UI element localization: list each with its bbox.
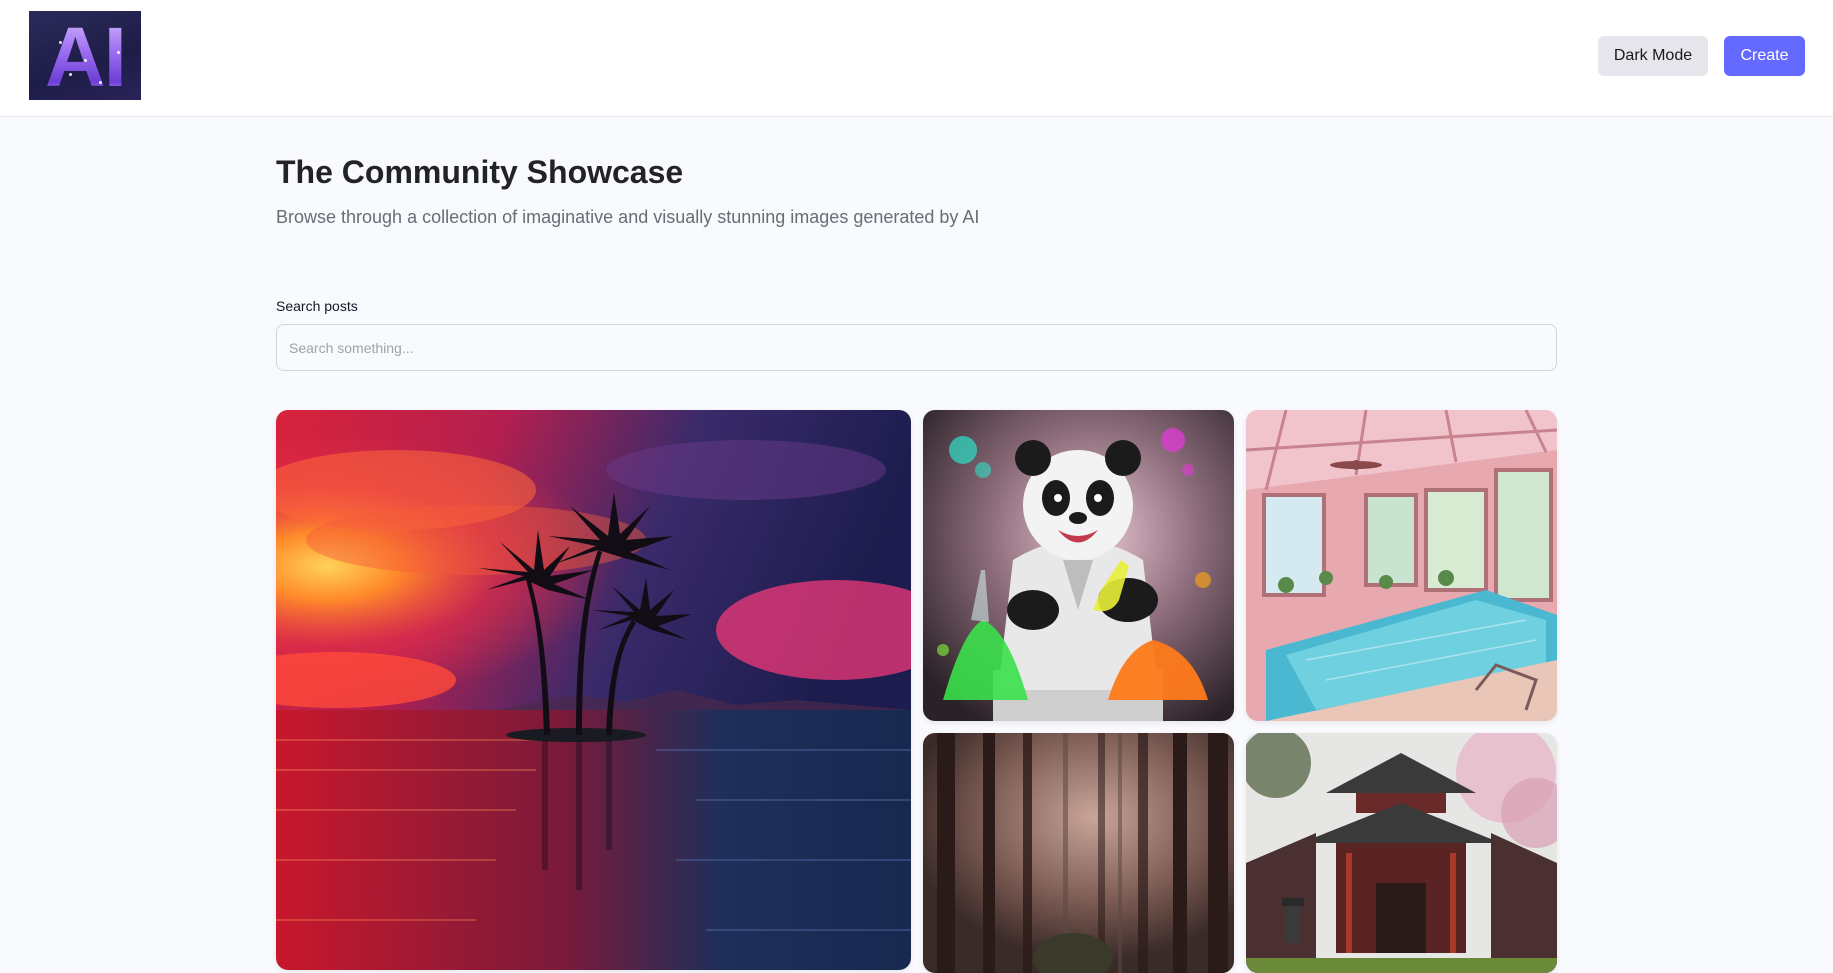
top-nav: AI Dark Mode Create (0, 0, 1833, 117)
gallery-card[interactable] (923, 410, 1234, 721)
search-label: Search posts (276, 298, 358, 314)
japanese-temple-image (1246, 733, 1557, 973)
gallery-card[interactable] (1246, 410, 1557, 721)
misty-forest-image (923, 733, 1234, 973)
logo[interactable]: AI (29, 11, 141, 100)
gallery-card[interactable] (923, 733, 1234, 973)
panda-scientist-image (923, 410, 1234, 721)
search-input[interactable] (276, 324, 1557, 371)
gallery-card[interactable] (1246, 733, 1557, 973)
logo-text: AI (45, 11, 127, 100)
gallery-card[interactable] (276, 410, 911, 970)
dark-mode-button[interactable]: Dark Mode (1598, 36, 1708, 76)
pool-room-image (1246, 410, 1557, 721)
create-button[interactable]: Create (1724, 36, 1805, 76)
sunset-palms-image (276, 410, 911, 970)
page-subtitle: Browse through a collection of imaginati… (276, 207, 980, 227)
page-title: The Community Showcase (276, 154, 684, 190)
